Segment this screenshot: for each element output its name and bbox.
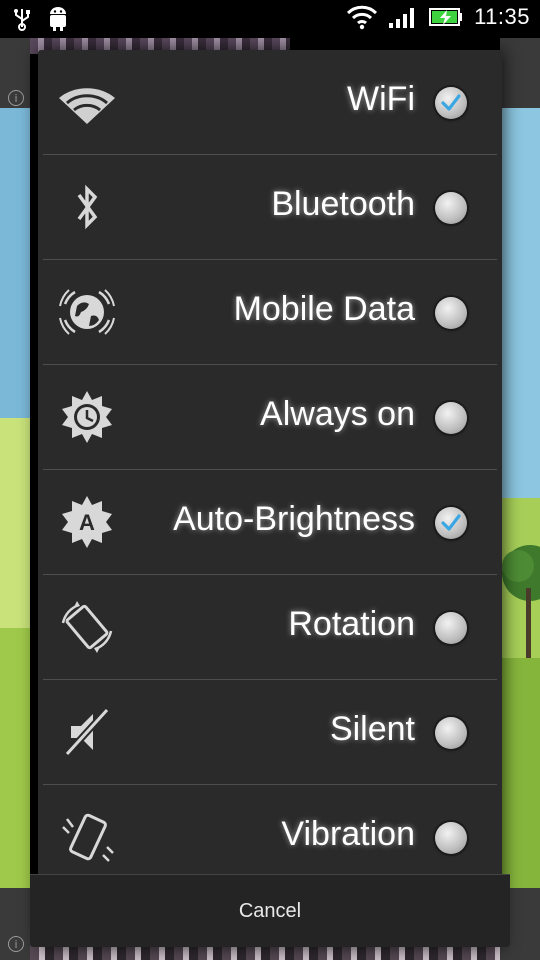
- checkbox-bluetooth[interactable]: [435, 192, 467, 224]
- cancel-button[interactable]: Cancel: [30, 875, 510, 947]
- wifi-signal-icon: [347, 5, 378, 30]
- info-icon[interactable]: i: [8, 936, 24, 952]
- vibration-icon: [62, 813, 114, 862]
- setting-label: Always on: [260, 395, 415, 433]
- checkmark-icon: [441, 94, 461, 111]
- setting-row-auto-brightness[interactable]: A Auto-Brightness: [43, 470, 497, 575]
- setting-row-silent[interactable]: Silent: [43, 680, 497, 785]
- settings-list: WiFi Bluetooth Mobile Data Always on A A…: [38, 50, 502, 889]
- checkbox-always-on[interactable]: [435, 402, 467, 434]
- tree-image: [502, 545, 540, 658]
- checkbox-vibration[interactable]: [435, 822, 467, 854]
- setting-row-mobile-data[interactable]: Mobile Data: [43, 260, 497, 365]
- rotation-icon: [61, 601, 113, 653]
- setting-label: Mobile Data: [233, 290, 415, 328]
- dialog-footer: Cancel: [30, 874, 510, 947]
- checkbox-rotation[interactable]: [435, 612, 467, 644]
- svg-text:A: A: [79, 510, 95, 535]
- setting-row-rotation[interactable]: Rotation: [43, 575, 497, 680]
- setting-row-always-on[interactable]: Always on: [43, 365, 497, 470]
- quick-settings-dialog: WiFi Bluetooth Mobile Data Always on A A…: [30, 50, 510, 947]
- setting-label: Vibration: [281, 815, 415, 853]
- setting-label: Rotation: [288, 605, 415, 643]
- checkmark-icon: [441, 514, 461, 531]
- usb-icon: [14, 9, 30, 31]
- wallpaper-right: [500, 38, 540, 960]
- setting-label: Silent: [329, 710, 415, 748]
- auto-brightness-icon: A: [62, 496, 112, 548]
- checkbox-silent[interactable]: [435, 717, 467, 749]
- setting-row-wifi[interactable]: WiFi: [43, 50, 497, 155]
- checkbox-mobile-data[interactable]: [435, 297, 467, 329]
- setting-label: WiFi: [347, 80, 415, 118]
- wallpaper-left: [0, 38, 30, 960]
- clock-time: 11:35: [474, 4, 530, 29]
- info-icon[interactable]: i: [8, 90, 24, 106]
- checkbox-auto-brightness[interactable]: [435, 507, 467, 539]
- always-on-icon: [62, 391, 112, 443]
- mobile-data-icon: [59, 289, 115, 335]
- wifi-icon: [59, 88, 115, 124]
- setting-label: Bluetooth: [271, 185, 415, 223]
- cell-signal-icon: [389, 8, 415, 28]
- setting-row-bluetooth[interactable]: Bluetooth: [43, 155, 497, 260]
- bluetooth-icon: [77, 184, 98, 230]
- status-bar: 11:35: [0, 0, 540, 38]
- android-debug-icon: [50, 7, 66, 31]
- silent-icon: [64, 707, 110, 757]
- battery-charging-icon: [429, 8, 463, 26]
- setting-label: Auto-Brightness: [173, 500, 415, 538]
- checkbox-wifi[interactable]: [435, 87, 467, 119]
